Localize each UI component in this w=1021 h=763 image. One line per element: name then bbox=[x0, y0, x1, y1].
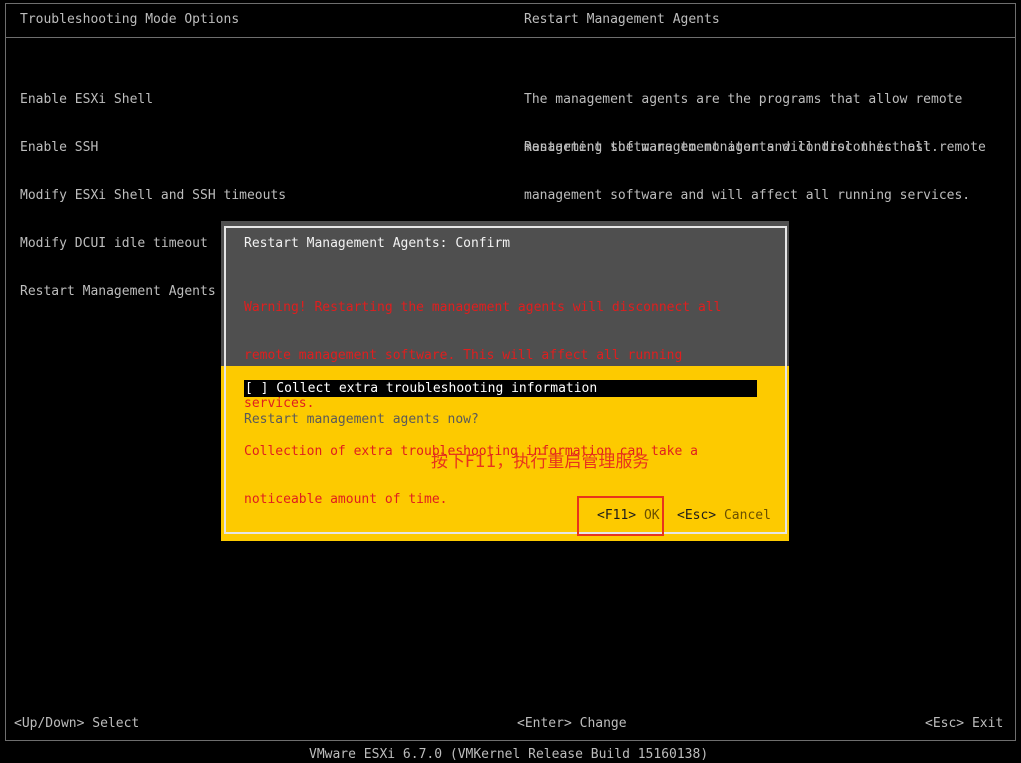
dialog-title: Restart Management Agents: Confirm bbox=[244, 236, 511, 251]
menu-item-modify-timeouts[interactable]: Modify ESXi Shell and SSH timeouts bbox=[20, 188, 286, 204]
footer-select-hint: <Up/Down> Select bbox=[14, 716, 140, 731]
header-separator bbox=[6, 37, 1015, 38]
description-paragraph-2: Restarting the management agents will di… bbox=[524, 108, 986, 220]
description-line: management software and will affect all … bbox=[524, 188, 971, 203]
description-title: Restart Management Agents bbox=[524, 12, 720, 27]
highlight-box bbox=[577, 496, 664, 536]
confirm-question: Restart management agents now? bbox=[244, 412, 479, 427]
checkbox-label: [ ] Collect extra troubleshooting inform… bbox=[245, 381, 598, 396]
cancel-label: Cancel bbox=[723, 508, 771, 523]
warning-line: remote management software. This will af… bbox=[244, 348, 683, 363]
menu-item-enable-ssh[interactable]: Enable SSH bbox=[20, 140, 286, 156]
collect-info-checkbox[interactable]: [ ] Collect extra troubleshooting inform… bbox=[244, 380, 757, 397]
description-line: Restarting the management agents will di… bbox=[524, 140, 986, 155]
annotation-text: 按下F11，执行重启管理服务 bbox=[431, 452, 650, 472]
description-line: The management agents are the programs t… bbox=[524, 92, 963, 107]
cancel-button[interactable]: <Esc> Cancel bbox=[677, 508, 771, 524]
warning-line: services. bbox=[244, 396, 315, 411]
confirm-dialog: Restart Management Agents: Confirm Warni… bbox=[221, 221, 789, 541]
version-string: VMware ESXi 6.7.0 (VMKernel Release Buil… bbox=[309, 747, 709, 762]
footer-change-hint: <Enter> Change bbox=[517, 716, 627, 731]
menu-title: Troubleshooting Mode Options bbox=[20, 12, 240, 27]
menu-item-enable-esxi-shell[interactable]: Enable ESXi Shell bbox=[20, 92, 286, 108]
warning-line: Warning! Restarting the management agent… bbox=[244, 300, 722, 315]
footer-exit-hint: <Esc> Exit bbox=[925, 716, 1004, 731]
cancel-key: <Esc> bbox=[677, 508, 717, 523]
